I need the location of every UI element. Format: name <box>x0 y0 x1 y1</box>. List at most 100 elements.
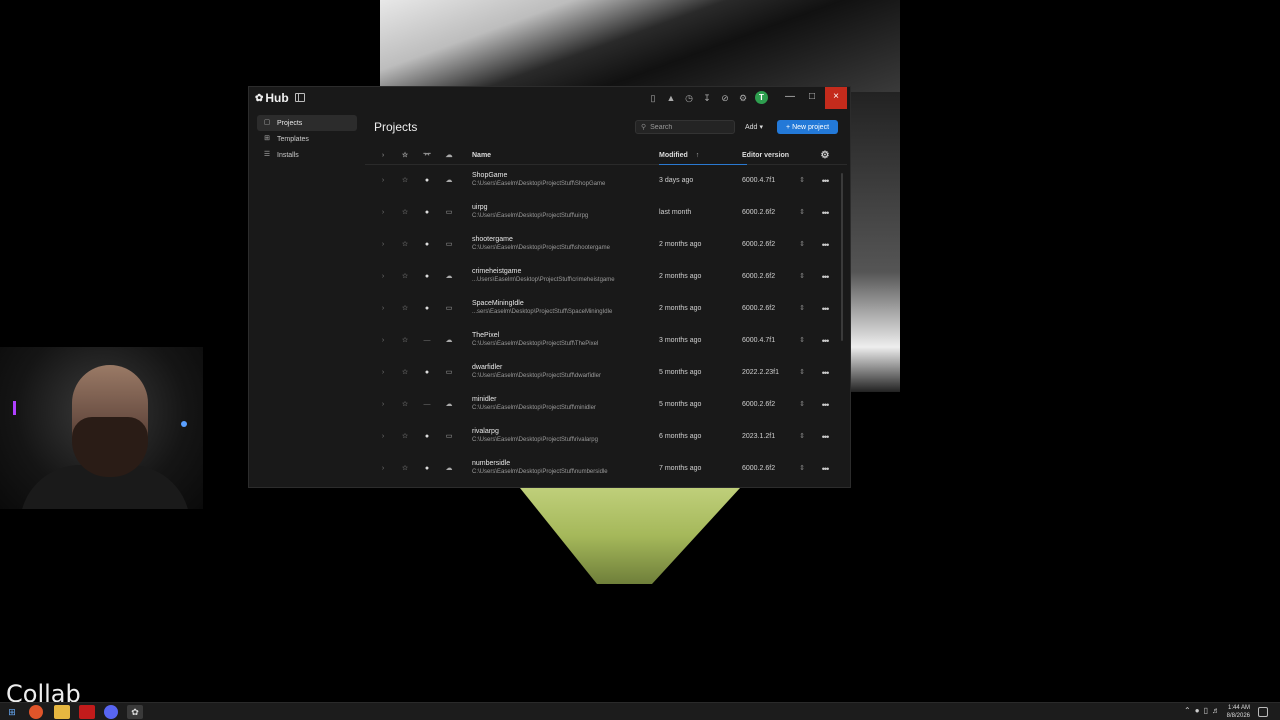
more-options-icon[interactable]: ••• <box>817 357 833 389</box>
version-select-chevrons-icon[interactable]: ⇕ <box>795 421 809 453</box>
column-header-modified[interactable]: Modified ↑ <box>659 147 729 165</box>
version-select-chevrons-icon[interactable]: ⇕ <box>795 453 809 485</box>
chevron-up-icon[interactable]: ⌃ <box>1184 706 1191 715</box>
cloud-icon[interactable]: ☁ <box>443 389 455 421</box>
project-row[interactable]: › ☆ — ☁ minidler C:\Users\Easelm\Desktop\Proj… <box>365 389 847 421</box>
sidebar-item-projects[interactable]: ▢ Projects <box>257 115 357 131</box>
search-box[interactable]: ⚲ <box>635 120 735 134</box>
expand-all-icon[interactable]: › <box>377 147 389 165</box>
steam-icon[interactable]: ● <box>1195 706 1200 715</box>
favorite-star-icon[interactable]: ☆ <box>399 165 411 197</box>
volume-icon[interactable]: ♬ <box>1212 706 1220 715</box>
cloud-icon[interactable]: ☁ <box>443 261 455 293</box>
column-header-name[interactable]: Name <box>472 147 642 165</box>
expand-row-icon[interactable]: › <box>377 197 389 229</box>
favorite-star-icon[interactable]: ☆ <box>399 453 411 485</box>
favorite-header-icon[interactable]: ☆ <box>399 147 411 165</box>
github-icon[interactable]: ● <box>421 293 433 325</box>
expand-row-icon[interactable]: › <box>377 165 389 197</box>
favorite-star-icon[interactable]: ☆ <box>399 325 411 357</box>
project-row[interactable]: › ☆ ● ▭ shootergame C:\Users\Easelm\Desktop\P… <box>365 229 847 261</box>
local-disk-icon[interactable]: ▭ <box>443 357 455 389</box>
close-button[interactable]: × <box>825 87 847 109</box>
favorite-star-icon[interactable]: ☆ <box>399 261 411 293</box>
project-editor-version[interactable]: 2023.1.2f1 <box>742 421 802 453</box>
version-select-chevrons-icon[interactable]: ⇕ <box>795 389 809 421</box>
project-name-cell[interactable]: minidler C:\Users\Easelm\Desktop\ProjectS… <box>472 389 642 421</box>
scrollbar[interactable] <box>841 173 843 341</box>
project-name-cell[interactable]: shootergame C:\Users\Easelm\Desktop\Proje… <box>472 229 642 261</box>
expand-row-icon[interactable]: › <box>377 261 389 293</box>
project-name-cell[interactable]: ShopGame C:\Users\Easelm\Desktop\ProjectS… <box>472 165 642 197</box>
learn-book-icon[interactable]: ▯ <box>647 92 659 104</box>
more-options-icon[interactable]: ••• <box>817 421 833 453</box>
download-icon[interactable]: ↧ <box>701 92 713 104</box>
version-select-chevrons-icon[interactable]: ⇕ <box>795 293 809 325</box>
network-icon[interactable]: ▯ <box>1204 706 1208 715</box>
sidebar-toggle-icon[interactable] <box>295 93 305 102</box>
project-editor-version[interactable]: 6000.2.6f2 <box>742 453 802 485</box>
local-disk-icon[interactable]: ▭ <box>443 197 455 229</box>
more-options-icon[interactable]: ••• <box>817 197 833 229</box>
cloud-icon[interactable]: ☁ <box>443 165 455 197</box>
project-name-cell[interactable]: ThePixel C:\Users\Easelm\Desktop\ProjectS… <box>472 325 642 357</box>
version-select-chevrons-icon[interactable]: ⇕ <box>795 357 809 389</box>
favorite-star-icon[interactable]: ☆ <box>399 389 411 421</box>
expand-row-icon[interactable]: › <box>377 325 389 357</box>
expand-row-icon[interactable]: › <box>377 293 389 325</box>
version-select-chevrons-icon[interactable]: ⇕ <box>795 165 809 197</box>
local-disk-icon[interactable]: ▭ <box>443 229 455 261</box>
project-row[interactable]: › ☆ ● ▭ dwarfidler C:\Users\Easelm\Desktop\Pr… <box>365 357 847 389</box>
more-options-icon[interactable]: ••• <box>817 293 833 325</box>
version-select-chevrons-icon[interactable]: ⇕ <box>795 261 809 293</box>
project-editor-version[interactable]: 6000.2.6f2 <box>742 261 802 293</box>
file-explorer-icon[interactable] <box>54 705 70 719</box>
github-icon[interactable]: ● <box>421 421 433 453</box>
user-avatar[interactable]: T <box>755 91 768 104</box>
more-options-icon[interactable]: ••• <box>817 325 833 357</box>
github-icon[interactable]: ● <box>421 165 433 197</box>
system-clock[interactable]: 1:44 AM 8/8/2026 <box>1227 704 1250 720</box>
github-icon[interactable]: ● <box>421 229 433 261</box>
start-windows-icon[interactable]: ⊞ <box>4 705 20 719</box>
settings-gear-icon[interactable]: ⚙ <box>737 92 749 104</box>
firefox-icon[interactable] <box>29 705 43 719</box>
project-editor-version[interactable]: 6000.2.6f2 <box>742 197 802 229</box>
favorite-star-icon[interactable]: ☆ <box>399 293 411 325</box>
history-clock-icon[interactable]: ◷ <box>683 92 695 104</box>
more-options-icon[interactable]: ••• <box>817 389 833 421</box>
project-name-cell[interactable]: uirpg C:\Users\Easelm\Desktop\ProjectStuf… <box>472 197 642 229</box>
new-project-button[interactable]: + New project <box>777 120 838 134</box>
search-input[interactable] <box>650 123 731 131</box>
project-row[interactable]: › ☆ ● ☁ crimeheistgame ...Users\Easelm\Deskto… <box>365 261 847 293</box>
expand-row-icon[interactable]: › <box>377 229 389 261</box>
local-disk-icon[interactable]: ▭ <box>443 421 455 453</box>
favorite-star-icon[interactable]: ☆ <box>399 357 411 389</box>
discord-icon[interactable] <box>104 705 118 719</box>
project-name-cell[interactable]: numbersidle C:\Users\Easelm\Desktop\Proje… <box>472 453 642 485</box>
expand-row-icon[interactable]: › <box>377 453 389 485</box>
title-bar[interactable]: ✿ Hub ▯ ▲ ◷ ↧ ⊘ ⚙ T — □ × <box>249 87 850 109</box>
notifications-off-icon[interactable]: ⊘ <box>719 92 731 104</box>
favorite-star-icon[interactable]: ☆ <box>399 229 411 261</box>
project-row[interactable]: › ☆ ● ▭ rivalarpg C:\Users\Easelm\Desktop\Pro… <box>365 421 847 453</box>
project-editor-version[interactable]: 6000.2.6f2 <box>742 229 802 261</box>
expand-row-icon[interactable]: › <box>377 389 389 421</box>
local-disk-icon[interactable]: ▭ <box>443 293 455 325</box>
more-options-icon[interactable]: ••• <box>817 261 833 293</box>
favorite-star-icon[interactable]: ☆ <box>399 197 411 229</box>
github-icon[interactable]: ● <box>421 357 433 389</box>
sidebar-item-templates[interactable]: ⊞ Templates <box>257 131 357 147</box>
project-editor-version[interactable]: 2022.2.23f1 <box>742 357 802 389</box>
github-icon[interactable]: ● <box>421 261 433 293</box>
more-options-icon[interactable]: ••• <box>817 165 833 197</box>
column-header-editor-version[interactable]: Editor version <box>742 147 802 165</box>
no-vcs-icon[interactable]: — <box>421 325 433 357</box>
project-row[interactable]: › ☆ — ☁ ThePixel C:\Users\Easelm\Desktop\Proj… <box>365 325 847 357</box>
version-select-chevrons-icon[interactable]: ⇕ <box>795 197 809 229</box>
project-row[interactable]: › ☆ ● ☁ ShopGame C:\Users\Easelm\Desktop\Proj… <box>365 165 847 197</box>
expand-row-icon[interactable]: › <box>377 421 389 453</box>
github-icon[interactable]: ● <box>421 197 433 229</box>
project-name-cell[interactable]: dwarfidler C:\Users\Easelm\Desktop\Projec… <box>472 357 642 389</box>
favorite-star-icon[interactable]: ☆ <box>399 421 411 453</box>
